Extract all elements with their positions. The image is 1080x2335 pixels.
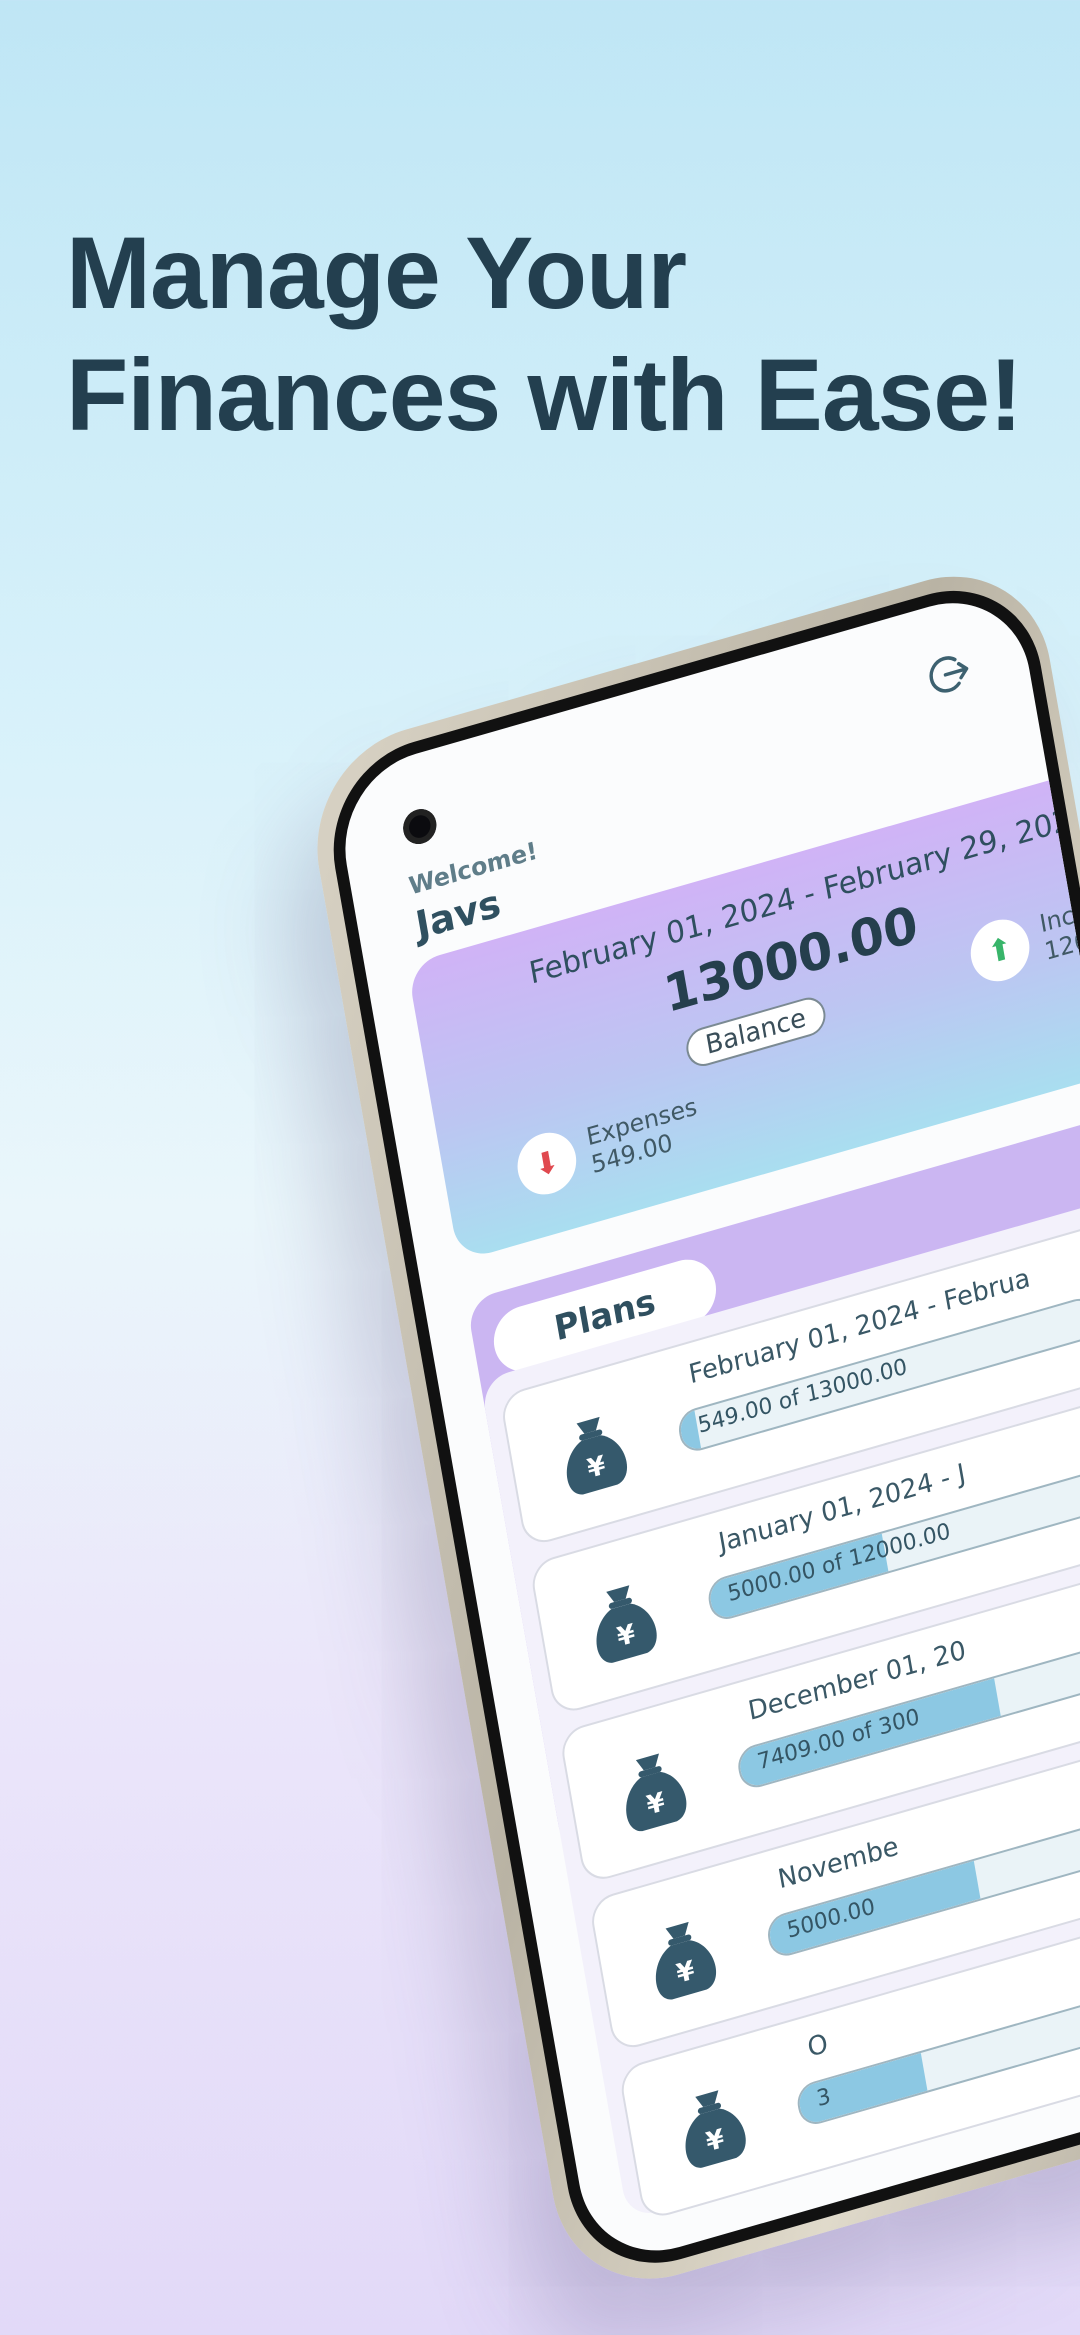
headline-line-2: Finances with Ease! [66, 338, 1023, 452]
money-bag-yen-icon: ¥ [576, 1571, 671, 1673]
arrow-up-icon: ⬆ [966, 912, 1035, 989]
income-stat[interactable]: ⬆ Inco 120 [966, 895, 1080, 989]
camera-icon [400, 805, 440, 849]
headline-line-1: Manage Your [66, 216, 687, 330]
money-bag-yen-icon: ¥ [665, 2076, 760, 2178]
plan-date: O [805, 2028, 831, 2064]
money-bag-yen-icon: ¥ [636, 1908, 731, 2010]
phone-mockup: Welcome! Javs February 01, 2024 - Februa… [300, 550, 1080, 2305]
plan-progress-bar: 3 [794, 1967, 1080, 2129]
arrow-down-icon: ⬇ [512, 1125, 581, 1202]
money-bag-yen-icon: ¥ [606, 1739, 701, 1841]
headline: Manage Your Finances with Ease! [66, 212, 1066, 456]
logout-icon[interactable] [924, 646, 974, 702]
money-bag-yen-icon: ¥ [547, 1403, 642, 1505]
expenses-stat[interactable]: ⬇ Expenses 549.00 [512, 1090, 705, 1202]
